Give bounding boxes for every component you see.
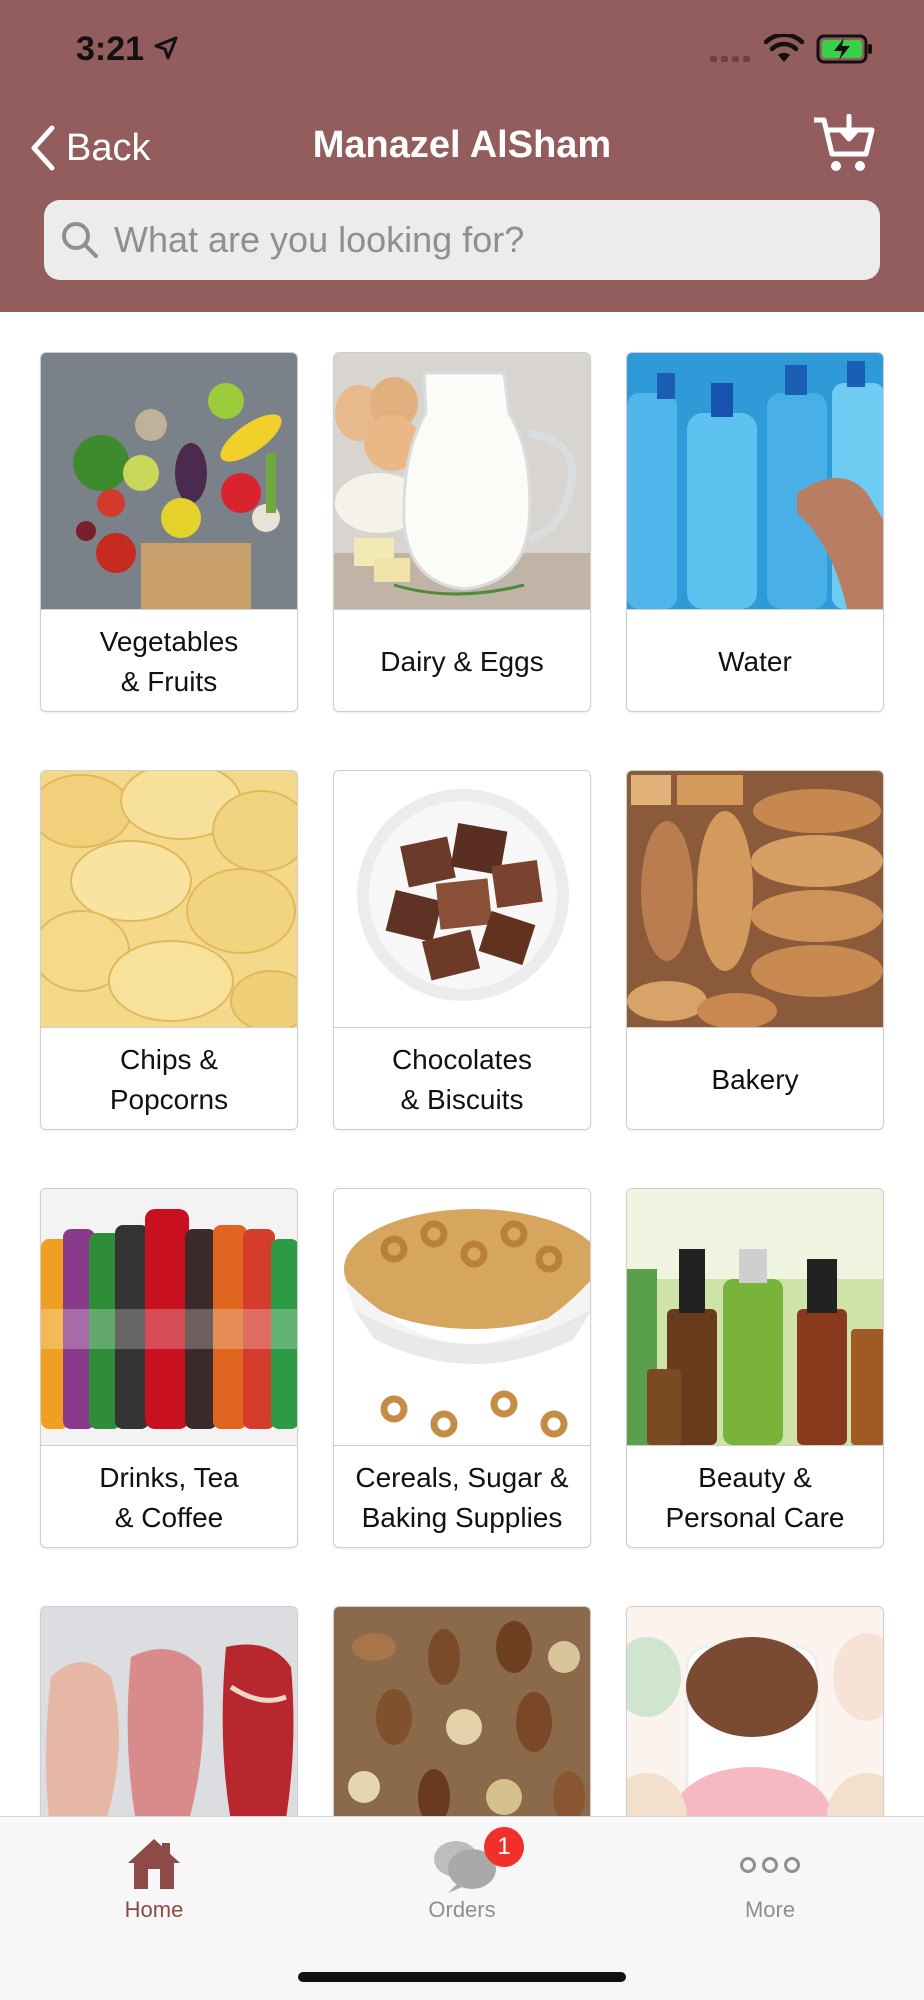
category-card-water[interactable]: Water — [626, 352, 884, 712]
ice-cream-image — [627, 1607, 883, 1816]
header: 3:21 Back Manazel AlSham — [0, 0, 924, 312]
category-grid: Vegetables & Fruits Dairy & Eggs Water C… — [0, 312, 924, 1816]
water-image — [627, 353, 883, 609]
category-card-drinks[interactable]: Drinks, Tea & Coffee — [40, 1188, 298, 1548]
tab-home-label: Home — [124, 1897, 184, 1922]
beauty-image — [627, 1189, 883, 1445]
category-label: Bakery — [627, 1027, 883, 1129]
nuts-image — [334, 1607, 590, 1816]
more-icon — [740, 1857, 800, 1873]
category-card-ice-cream[interactable] — [626, 1606, 884, 1816]
search-input[interactable] — [114, 219, 854, 261]
cart-icon[interactable] — [812, 114, 876, 174]
category-card-meat[interactable] — [40, 1606, 298, 1816]
chocolate-image — [334, 771, 590, 1027]
drinks-image — [41, 1189, 297, 1445]
category-card-cereals[interactable]: Cereals, Sugar & Baking Supplies — [333, 1188, 591, 1548]
home-indicator — [298, 1972, 626, 1982]
category-card-vegetables[interactable]: Vegetables & Fruits — [40, 352, 298, 712]
chips-image — [41, 771, 297, 1027]
category-card-chocolates[interactable]: Chocolates & Biscuits — [333, 770, 591, 1130]
category-label: Beauty & Personal Care — [627, 1445, 883, 1547]
category-card-dairy[interactable]: Dairy & Eggs — [333, 352, 591, 712]
wifi-icon — [764, 34, 804, 62]
bakery-image — [627, 771, 883, 1027]
meat-image — [41, 1607, 297, 1816]
home-icon — [128, 1839, 180, 1889]
battery-charging-icon — [816, 34, 872, 64]
dairy-image — [334, 353, 590, 609]
location-arrow-icon — [154, 36, 178, 60]
cereal-image — [334, 1189, 590, 1445]
category-card-nuts[interactable] — [333, 1606, 591, 1816]
category-label: Dairy & Eggs — [334, 609, 590, 711]
vegetables-image — [41, 353, 297, 609]
page-title: Manazel AlSham — [312, 124, 612, 166]
category-label: Vegetables & Fruits — [41, 609, 297, 711]
category-label: Chips & Popcorns — [41, 1027, 297, 1129]
cellular-signal-icon — [710, 56, 750, 62]
search-bar[interactable] — [44, 200, 880, 280]
orders-badge: 1 — [484, 1827, 524, 1867]
category-label: Drinks, Tea & Coffee — [41, 1445, 297, 1547]
category-card-beauty[interactable]: Beauty & Personal Care — [626, 1188, 884, 1548]
category-label: Cereals, Sugar & Baking Supplies — [334, 1445, 590, 1547]
category-card-bakery[interactable]: Bakery — [626, 770, 884, 1130]
tab-orders-label: Orders — [428, 1897, 496, 1922]
tab-more[interactable]: More — [616, 1817, 924, 1947]
category-label: Chocolates & Biscuits — [334, 1027, 590, 1129]
tab-more-label: More — [744, 1897, 796, 1922]
category-card-chips[interactable]: Chips & Popcorns — [40, 770, 298, 1130]
tab-home[interactable]: Home — [0, 1817, 308, 1947]
status-time: 3:21 — [76, 30, 145, 68]
category-label: Water — [627, 609, 883, 711]
search-icon — [62, 222, 98, 258]
tab-orders[interactable]: 1 Orders — [308, 1817, 616, 1947]
